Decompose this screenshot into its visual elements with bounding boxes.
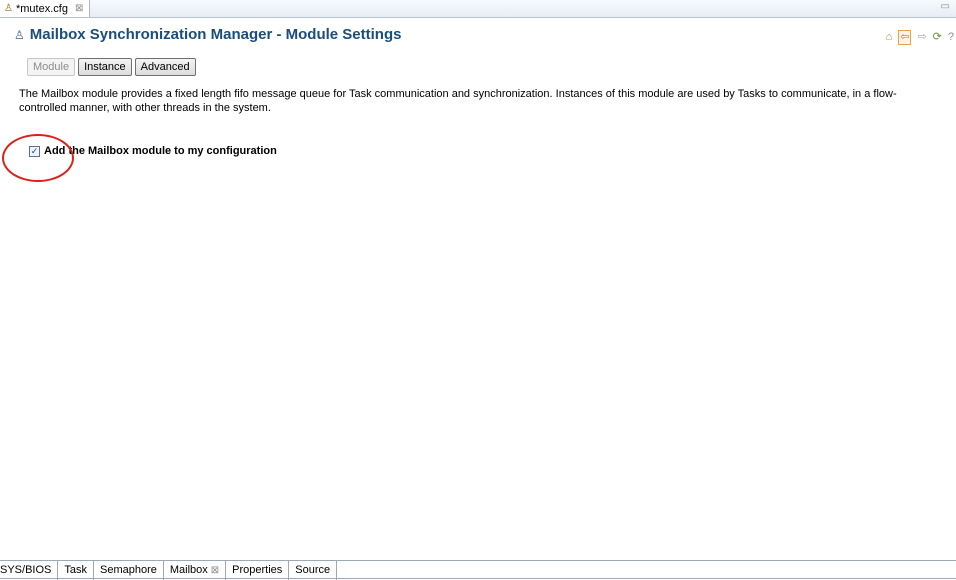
page-tab-bar: SYS/BIOS Task Semaphore Mailbox ⊠ Proper… [0,560,956,580]
settings-view-buttons: Module Instance Advanced [27,58,196,76]
tab-label: SYS/BIOS [0,564,52,576]
forward-icon[interactable]: ⇨ [917,31,926,44]
editor-tab-mutex-cfg[interactable]: ♙ *mutex.cfg ⊠ [0,0,91,17]
module-icon: ♙ [14,27,25,42]
module-button[interactable]: Module [27,58,76,76]
tab-label: Properties [232,564,283,576]
tab-label: Semaphore [99,564,157,576]
annotation-circle [2,134,74,182]
tab-label: Task [64,564,87,576]
editor-tab-label: *mutex.cfg [15,2,68,15]
bottom-divider [0,578,956,579]
tab-label: Source [295,564,331,576]
minimize-icon[interactable]: ▭ [941,1,950,12]
page-title: Mailbox Synchronization Manager - Module… [29,26,402,43]
close-icon[interactable]: ⊠ [75,1,83,17]
help-icon[interactable]: ? [948,31,954,44]
editor-window: ♙ *mutex.cfg ⊠ ▭ ♙ Mailbox Synchronizati… [0,0,956,580]
navigation-toolbar: ⌂ ⇦ ⇨ ⟳ ? [886,30,954,45]
refresh-icon[interactable]: ⟳ [933,31,942,44]
close-icon[interactable]: ⊠ [211,562,219,579]
instance-button[interactable]: Instance [78,58,132,76]
home-icon[interactable]: ⌂ [886,31,893,44]
add-module-checkbox-label[interactable]: Add the Mailbox module to my configurati… [44,145,277,157]
module-description: The Mailbox module provides a fixed leng… [19,88,897,114]
advanced-button[interactable]: Advanced [134,58,196,76]
back-icon[interactable]: ⇦ [898,30,912,45]
editor-tab-strip: ♙ *mutex.cfg ⊠ ▭ [0,0,956,18]
config-file-icon: ♙ [4,2,13,14]
page-header: ♙ Mailbox Synchronization Manager - Modu… [14,26,401,43]
tab-label: Mailbox [169,564,208,576]
